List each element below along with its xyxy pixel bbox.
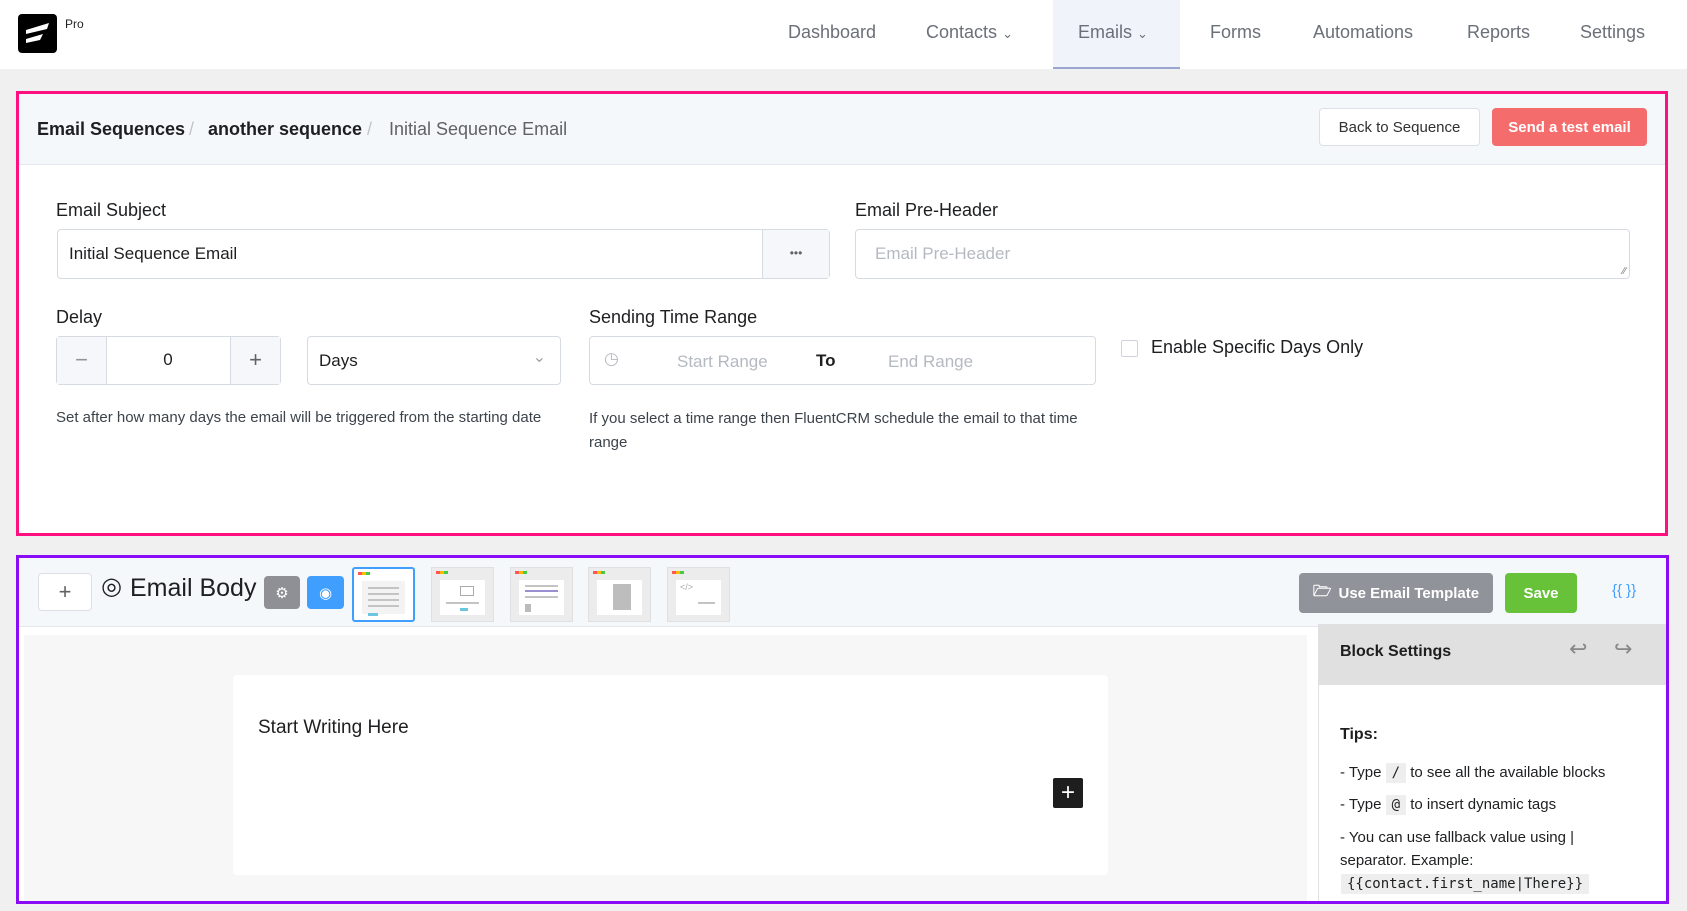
clock-icon: ◷ bbox=[604, 349, 619, 368]
editor-toolbar: + ◎ Email Body ⚙ ◉ </> 🗁 Use Email Templa… bbox=[19, 558, 1666, 627]
template-simple[interactable] bbox=[352, 567, 415, 622]
block-inserter-button[interactable]: + bbox=[1053, 778, 1083, 808]
lifebuoy-icon: ◎ bbox=[101, 573, 122, 600]
template-plain[interactable] bbox=[588, 567, 651, 622]
content-placeholder[interactable]: Start Writing Here bbox=[258, 717, 409, 739]
tip-code: / bbox=[1385, 763, 1407, 783]
save-button[interactable]: Save bbox=[1505, 573, 1577, 613]
tip-text: - Type bbox=[1340, 764, 1382, 781]
email-preheader-input[interactable]: Email Pre-Header ∕∕ bbox=[855, 229, 1630, 279]
send-test-email-button[interactable]: Send a test email bbox=[1492, 108, 1647, 146]
chevron-down-icon: ⌄ bbox=[532, 349, 546, 366]
folder-icon: 🗁 bbox=[1312, 582, 1332, 600]
email-body-title: Email Body bbox=[130, 574, 257, 602]
smartcodes-button[interactable]: {{ }} bbox=[1612, 582, 1636, 599]
tip-text: to insert dynamic tags bbox=[1410, 796, 1557, 813]
breadcrumb-separator: / bbox=[367, 119, 373, 139]
email-settings-panel: Email Sequences / another sequence / Ini… bbox=[16, 91, 1668, 536]
code-icon: </> bbox=[680, 582, 694, 592]
delay-label: Delay bbox=[56, 307, 103, 327]
nav-reports[interactable]: Reports bbox=[1467, 22, 1530, 43]
top-navbar: Pro Dashboard Contacts ⌄ Emails ⌄ Forms … bbox=[0, 0, 1687, 69]
enable-specific-days-checkbox[interactable] bbox=[1121, 340, 1138, 357]
nav-emails[interactable]: Emails ⌄ bbox=[1078, 22, 1148, 43]
resize-handle-icon[interactable]: ∕∕ bbox=[1623, 266, 1626, 277]
tip-text: to see all the available blocks bbox=[1410, 764, 1606, 781]
back-to-sequence-button[interactable]: Back to Sequence bbox=[1319, 108, 1480, 146]
delay-unit-value: Days bbox=[319, 351, 358, 370]
gear-icon: ⚙ bbox=[275, 584, 289, 602]
template-classic[interactable] bbox=[510, 567, 573, 622]
use-email-template-button[interactable]: 🗁 Use Email Template bbox=[1299, 573, 1493, 613]
email-preheader-label: Email Pre-Header bbox=[855, 200, 999, 220]
chevron-down-icon: ⌄ bbox=[1002, 26, 1013, 41]
template-raw-html[interactable]: </> bbox=[667, 567, 730, 622]
increase-button[interactable]: + bbox=[230, 337, 280, 384]
email-content-card[interactable]: Start Writing Here + bbox=[233, 675, 1108, 875]
time-range-picker[interactable]: ◷ Start Range To End Range bbox=[589, 336, 1096, 385]
tip-at: - Type @ to insert dynamic tags bbox=[1340, 795, 1660, 815]
tip-slash: - Type / to see all the available blocks bbox=[1340, 763, 1660, 783]
nav-automations[interactable]: Automations bbox=[1313, 22, 1413, 43]
nav-contacts-label: Contacts bbox=[926, 22, 998, 42]
breadcrumb-sequence[interactable]: another sequence bbox=[208, 119, 362, 140]
chevron-down-icon: ⌄ bbox=[1137, 26, 1148, 41]
decrease-button[interactable]: − bbox=[57, 337, 107, 384]
redo-icon[interactable]: ↪ bbox=[1614, 636, 1632, 662]
tip-fallback: - You can use fallback value using | sep… bbox=[1340, 829, 1575, 869]
tip-code: @ bbox=[1385, 795, 1407, 815]
email-subject-field: Initial Sequence Email ••• bbox=[57, 229, 830, 279]
enable-specific-days-label[interactable]: Enable Specific Days Only bbox=[1151, 337, 1363, 358]
delay-help-text: Set after how many days the email will b… bbox=[56, 409, 542, 426]
eye-icon: ◉ bbox=[318, 584, 333, 602]
email-body-editor: + ◎ Email Body ⚙ ◉ </> 🗁 Use Email Templa… bbox=[16, 555, 1669, 904]
block-settings-title: Block Settings bbox=[1340, 643, 1452, 660]
start-range-input[interactable]: Start Range bbox=[677, 352, 768, 372]
image-icon bbox=[460, 586, 474, 596]
delay-unit-select[interactable]: Days ⌄ bbox=[307, 336, 561, 385]
use-email-template-label: Use Email Template bbox=[1338, 584, 1480, 602]
email-subject-input[interactable]: Initial Sequence Email bbox=[69, 244, 237, 264]
breadcrumb-separator: / bbox=[189, 119, 195, 139]
delay-stepper: − 0 + bbox=[56, 336, 281, 385]
nav-forms[interactable]: Forms bbox=[1210, 22, 1261, 43]
nav-emails-label: Emails bbox=[1078, 22, 1133, 42]
breadcrumb-current: Initial Sequence Email bbox=[389, 119, 568, 139]
block-settings-panel: Block Settings ↩ ↪ Tips: - Type / to see… bbox=[1318, 624, 1666, 901]
nav-dashboard[interactable]: Dashboard bbox=[788, 22, 876, 43]
add-block-button[interactable]: + bbox=[38, 573, 92, 611]
template-visual[interactable] bbox=[431, 567, 494, 622]
tip-text: - Type bbox=[1340, 796, 1382, 813]
undo-icon[interactable]: ↩ bbox=[1569, 636, 1587, 662]
nav-contacts[interactable]: Contacts ⌄ bbox=[926, 22, 1013, 43]
preheader-placeholder: Email Pre-Header bbox=[875, 244, 1011, 263]
email-subject-label: Email Subject bbox=[56, 200, 167, 220]
breadcrumb-email-sequences[interactable]: Email Sequences bbox=[37, 119, 185, 140]
more-options-button[interactable]: ••• bbox=[762, 230, 829, 278]
tips-title: Tips: bbox=[1340, 726, 1378, 743]
nav-settings[interactable]: Settings bbox=[1580, 22, 1645, 43]
note-icon bbox=[613, 584, 631, 610]
editor-canvas: Start Writing Here + bbox=[24, 635, 1307, 901]
tip-fallback-example: {{contact.first_name|There}} bbox=[1341, 874, 1590, 894]
breadcrumb: Email Sequences / another sequence / Ini… bbox=[19, 94, 1665, 165]
end-range-input[interactable]: End Range bbox=[888, 352, 973, 372]
pro-badge: Pro bbox=[65, 17, 84, 31]
range-separator: To bbox=[816, 351, 836, 370]
delay-input[interactable]: 0 bbox=[107, 350, 229, 370]
fluentcrm-logo[interactable] bbox=[18, 14, 57, 53]
preview-button[interactable]: ◉ bbox=[307, 576, 344, 609]
time-range-help-text: If you select a time range then FluentCR… bbox=[589, 410, 1078, 451]
settings-gear-button[interactable]: ⚙ bbox=[264, 576, 300, 609]
sending-time-range-label: Sending Time Range bbox=[589, 307, 758, 327]
block-settings-header: Block Settings ↩ ↪ bbox=[1319, 624, 1666, 685]
